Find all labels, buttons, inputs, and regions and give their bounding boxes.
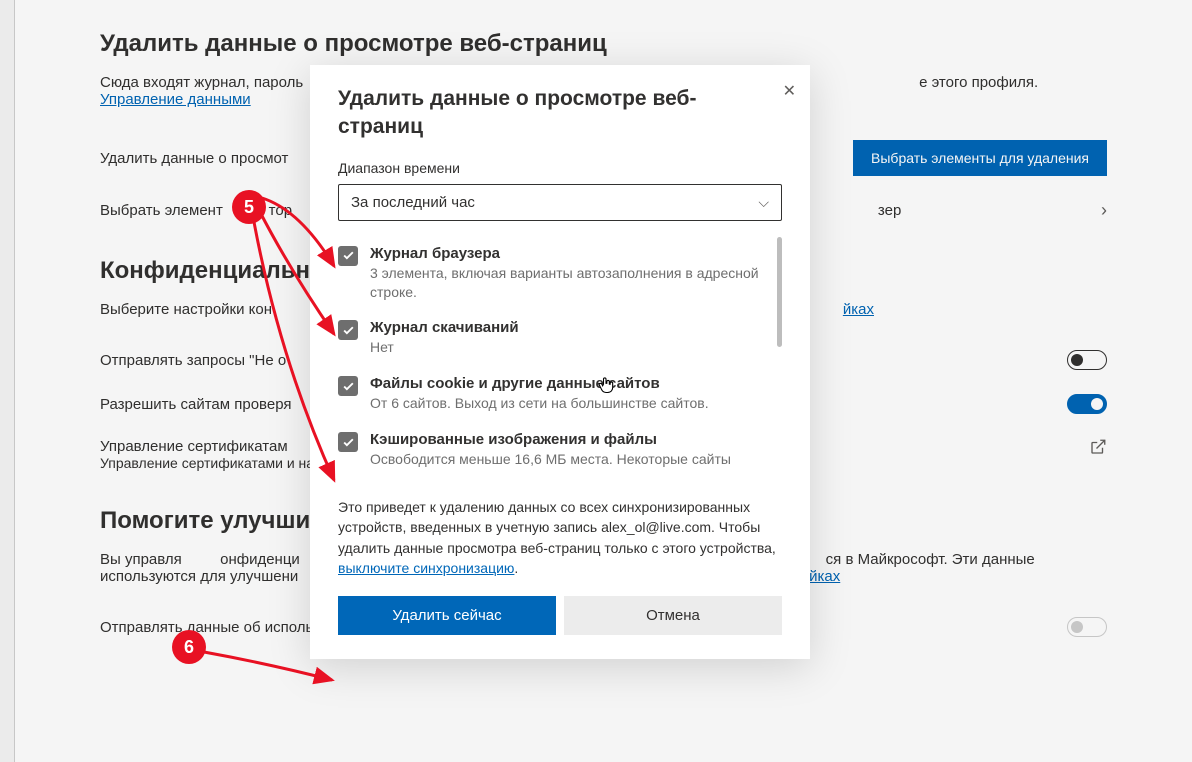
annotation-badge-5: 5 <box>232 190 266 224</box>
option-cache: Кэшированные изображения и файлы Освобод… <box>338 423 764 479</box>
time-range-label: Диапазон времени <box>338 160 782 176</box>
option-cookies: Файлы cookie и другие данные сайтов От 6… <box>338 367 764 423</box>
option-browsing-history: Журнал браузера 3 элемента, включая вари… <box>338 237 764 312</box>
modal-title: Удалить данные о просмотре веб-страниц <box>338 85 782 142</box>
scrollbar-thumb[interactable] <box>777 237 782 347</box>
checkbox-cookies[interactable] <box>338 376 358 396</box>
time-range-value: За последний час <box>351 194 475 211</box>
cancel-button[interactable]: Отмена <box>564 596 782 635</box>
checkbox-browsing-history[interactable] <box>338 246 358 266</box>
time-range-select[interactable]: За последний час ⌵ <box>338 184 782 221</box>
annotation-badge-6: 6 <box>172 630 206 664</box>
clear-now-button[interactable]: Удалить сейчас <box>338 596 556 635</box>
checkbox-cache[interactable] <box>338 432 358 452</box>
modal-note: Это приведет к удалению данных со всех с… <box>338 497 782 578</box>
option-download-history: Журнал скачиваний Нет <box>338 311 764 367</box>
checkbox-download-history[interactable] <box>338 320 358 340</box>
turn-off-sync-link[interactable]: выключите синхронизацию <box>338 560 514 576</box>
close-icon[interactable]: ✕ <box>783 81 796 101</box>
chevron-down-icon: ⌵ <box>758 194 769 211</box>
modal-actions: Удалить сейчас Отмена <box>338 596 782 635</box>
options-list: Журнал браузера 3 элемента, включая вари… <box>338 237 782 479</box>
clear-data-modal: ✕ Удалить данные о просмотре веб-страниц… <box>310 65 810 659</box>
